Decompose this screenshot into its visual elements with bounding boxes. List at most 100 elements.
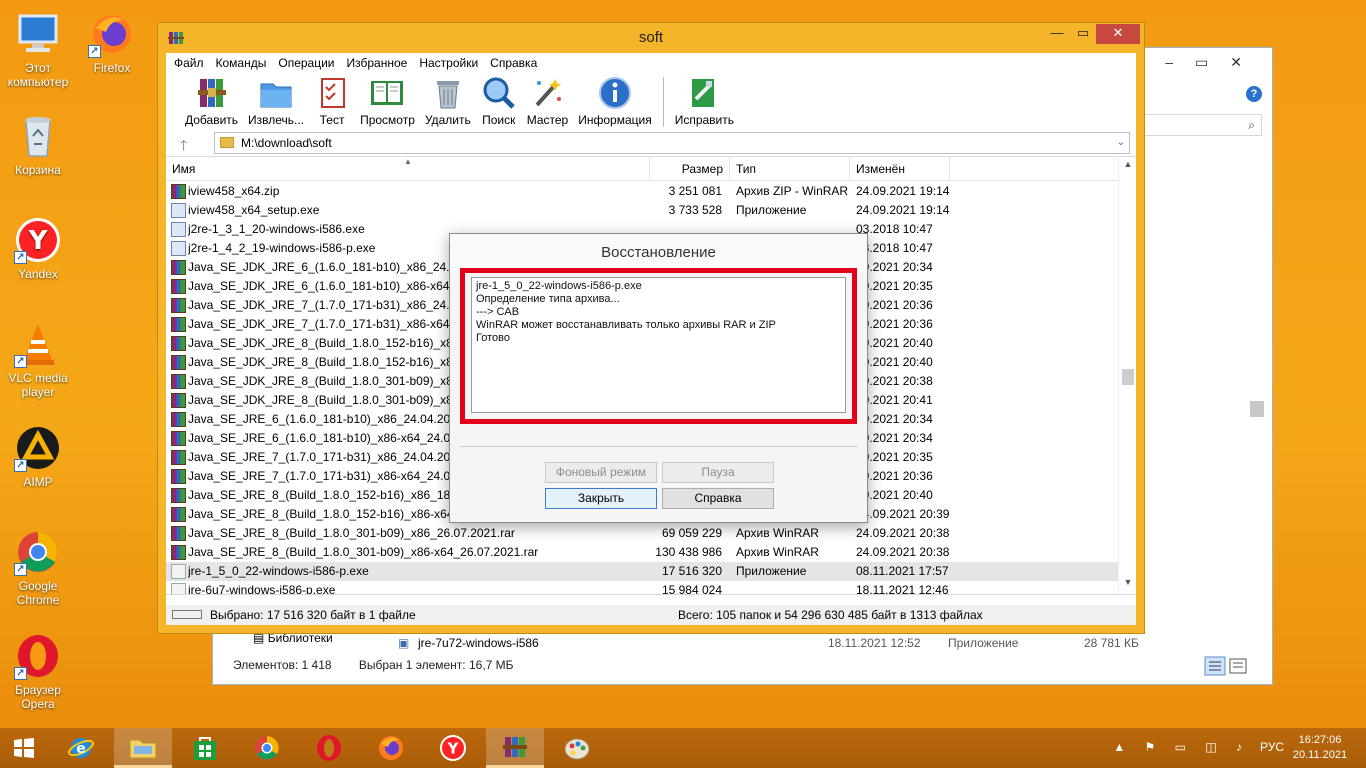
winrar-icon xyxy=(503,736,527,757)
extract-button[interactable]: Извлечь... xyxy=(243,75,309,129)
file-row[interactable]: jre-1_5_0_22-windows-i586-p.exe 17 516 32… xyxy=(166,562,1118,581)
file-list-scrollbar[interactable]: ▲ ▼ xyxy=(1118,157,1136,594)
taskbar-opera[interactable] xyxy=(300,728,358,768)
winrar-app-icon[interactable] xyxy=(168,30,184,46)
file-date: 09.2021 20:36 xyxy=(856,298,933,312)
column-type[interactable]: Тип xyxy=(730,157,850,181)
file-row[interactable]: Java_SE_JRE_8_(Build_1.8.0_301-b09)_x86-… xyxy=(166,543,1118,562)
clock[interactable]: 16:27:06 20.11.2021 xyxy=(1290,733,1350,763)
start-button[interactable] xyxy=(0,728,48,768)
help-button[interactable]: Справка xyxy=(662,488,774,509)
view-button[interactable]: Просмотр xyxy=(355,75,420,129)
background-mode-button[interactable]: Фоновый режим xyxy=(545,462,657,483)
file-row[interactable]: iview458_x64_setup.exe 3 733 528 Приложени… xyxy=(166,201,1118,220)
desktop-icon-recycle-bin[interactable]: Корзина xyxy=(0,112,76,177)
address-field[interactable]: M:\download\soft ⌄ xyxy=(214,132,1130,154)
minimize-button[interactable]: — xyxy=(1044,24,1070,44)
file-size: 28 781 КБ xyxy=(1084,636,1139,650)
scroll-up-icon[interactable]: ▲ xyxy=(1119,159,1136,169)
wizard-button[interactable]: Мастер xyxy=(522,75,574,129)
rar-archive-icon xyxy=(171,298,186,313)
desktop-icon-label: Google Chrome xyxy=(16,579,60,607)
info-button[interactable]: Информация xyxy=(573,75,656,129)
language-indicator[interactable]: РУС xyxy=(1260,740,1284,754)
repair-log[interactable]: jre-1_5_0_22-windows-i586-p.exe Определе… xyxy=(471,277,846,413)
drive-icon xyxy=(172,610,202,619)
rar-archive-icon xyxy=(171,355,186,370)
taskbar-internet-explorer[interactable]: e xyxy=(52,728,110,768)
file-date: 24.09.2021 20:39 xyxy=(856,507,950,521)
column-modified[interactable]: Изменён xyxy=(850,157,950,181)
add-button[interactable]: Добавить xyxy=(180,75,243,129)
desktop-icon-firefox[interactable]: ↗ Firefox xyxy=(74,10,150,75)
file-name: iview458_x64.zip xyxy=(188,184,280,198)
close-window-button[interactable]: ✕ xyxy=(1096,24,1140,44)
menu-settings[interactable]: Настройки xyxy=(417,53,486,73)
rar-archive-icon xyxy=(171,431,186,446)
sort-arrow-icon: ▲ xyxy=(404,157,412,166)
taskbar-paint[interactable] xyxy=(548,728,606,768)
up-folder-icon[interactable]: 🡑 xyxy=(180,135,187,159)
file-name: iview458_x64_setup.exe xyxy=(188,203,320,217)
repair-button[interactable]: Исправить xyxy=(670,75,739,129)
explorer-search-box[interactable]: ⌕ xyxy=(1132,114,1262,136)
pause-button[interactable]: Пауза xyxy=(662,462,774,483)
taskbar-yandex[interactable]: Y xyxy=(424,728,482,768)
desktop-icon-computer[interactable]: Этот компьютер xyxy=(0,10,76,89)
column-size[interactable]: Размер xyxy=(650,157,730,181)
maximize-button[interactable]: ▭ xyxy=(1070,24,1096,44)
delete-button[interactable]: Удалить xyxy=(420,75,476,129)
find-button[interactable]: Поиск xyxy=(476,75,522,129)
menu-operations[interactable]: Операции xyxy=(276,53,342,73)
svg-text:e: e xyxy=(76,741,86,757)
menu-favorites[interactable]: Избранное xyxy=(345,53,416,73)
desktop-icon-aimp[interactable]: ↗ AIMP xyxy=(0,424,76,489)
explorer-file-row[interactable]: ▣ jre-7u72-windows-i586 18.11.2021 12:52… xyxy=(398,634,1238,652)
shortcut-arrow-icon: ↗ xyxy=(14,667,27,680)
window-title: soft xyxy=(638,29,664,46)
scroll-down-icon[interactable]: ▼ xyxy=(1119,577,1136,587)
explorer-status-bar: Элементов: 1 418 Выбран 1 элемент: 16,7 … xyxy=(233,658,514,672)
menu-commands[interactable]: Команды xyxy=(214,53,275,73)
help-icon[interactable]: ? xyxy=(1246,86,1262,102)
taskbar-chrome[interactable] xyxy=(238,728,296,768)
file-date: 24.09.2021 19:14 xyxy=(856,184,950,198)
vlc-icon: ↗ xyxy=(14,320,62,368)
close-button[interactable]: Закрыть xyxy=(545,488,657,509)
file-row[interactable]: jre-6u7-windows-i586-p.exe 15 984 024 18.1… xyxy=(166,581,1118,595)
log-highlight-frame: jre-1_5_0_22-windows-i586-p.exe Определе… xyxy=(460,268,857,424)
taskbar-file-explorer[interactable] xyxy=(114,728,172,768)
explorer-window-controls[interactable]: –▭✕ xyxy=(1165,54,1264,71)
view-toggle[interactable] xyxy=(1204,656,1252,676)
menu-help[interactable]: Справка xyxy=(488,53,545,73)
taskbar-firefox[interactable] xyxy=(362,728,420,768)
explorer-scrollbar[interactable] xyxy=(1254,142,1268,652)
firefox-icon: ↗ xyxy=(88,10,136,58)
clock-time: 16:27:06 xyxy=(1298,734,1342,746)
file-row[interactable]: iview458_x64.zip 3 251 081 Архив ZIP - Win… xyxy=(166,182,1118,201)
tray-icons[interactable]: ▲ ⚑ ▭ ◫ ♪ xyxy=(1113,740,1250,754)
explorer-scroll-thumb[interactable] xyxy=(1250,401,1264,417)
repair-dialog[interactable]: Восстановление jre-1_5_0_22-windows-i586… xyxy=(449,233,868,523)
toolbar-label: Просмотр xyxy=(360,113,415,127)
file-row[interactable]: Java_SE_JRE_8_(Build_1.8.0_301-b09)_x86_… xyxy=(166,524,1118,543)
test-button[interactable]: Тест xyxy=(309,75,355,129)
desktop-icon-opera[interactable]: ↗ Браузер Opera xyxy=(0,632,76,711)
aimp-icon: ↗ xyxy=(14,424,62,472)
taskbar-store[interactable] xyxy=(176,728,234,768)
file-date: 18.11.2021 12:46 xyxy=(856,583,949,595)
svg-text:Y: Y xyxy=(28,226,49,256)
desktop-icon-yandex[interactable]: Y ↗ Yandex xyxy=(0,216,76,281)
extract-icon xyxy=(260,83,292,108)
taskbar-winrar[interactable] xyxy=(486,728,544,768)
scroll-thumb[interactable] xyxy=(1122,369,1134,385)
log-line: jre-1_5_0_22-windows-i586-p.exe xyxy=(476,280,642,292)
exe-icon xyxy=(171,203,186,218)
desktop-icon-chrome[interactable]: ↗ Google Chrome xyxy=(0,528,76,607)
file-date: 09.2021 20:36 xyxy=(856,317,933,331)
menu-file[interactable]: Файл xyxy=(172,53,212,73)
opera-icon xyxy=(317,735,341,761)
chevron-down-icon[interactable]: ⌄ xyxy=(1117,133,1125,153)
test-icon xyxy=(321,78,346,108)
desktop-icon-vlc[interactable]: ↗ VLC media player xyxy=(0,320,76,399)
